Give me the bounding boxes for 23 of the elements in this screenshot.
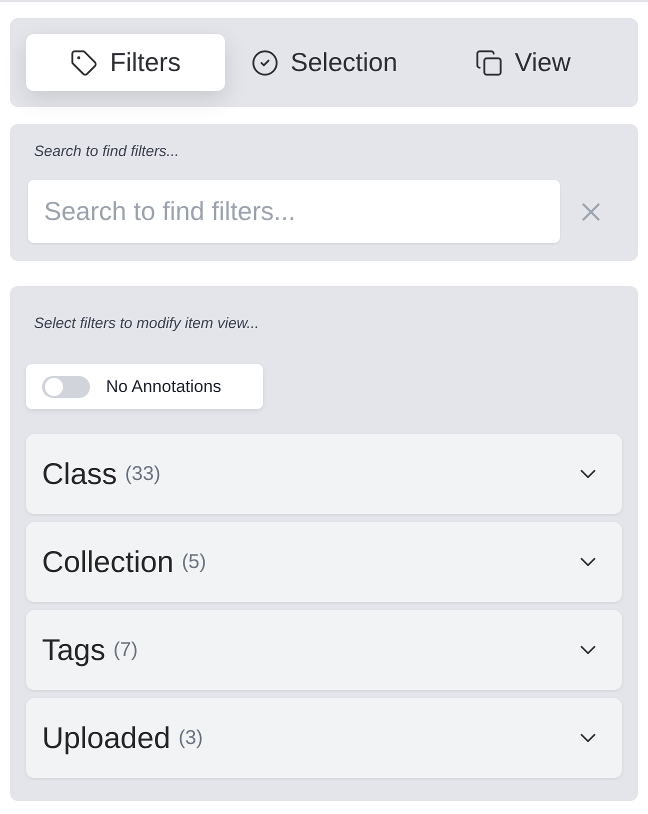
- tab[interactable]: Selection: [224, 34, 424, 91]
- tab[interactable]: View: [423, 34, 622, 91]
- tag-icon: [70, 48, 98, 76]
- group-count: (5): [182, 550, 206, 575]
- toggle-label: No Annotations: [106, 376, 222, 398]
- accordion-header[interactable]: Tags (7): [26, 610, 622, 690]
- group-title: Class: [42, 456, 118, 492]
- filters-hint: Select filters to modify item view...: [34, 314, 260, 334]
- group-title: Tags: [42, 632, 106, 668]
- tab[interactable]: Filters: [26, 34, 225, 91]
- search-label: Search to find filters...: [34, 142, 180, 162]
- group-title: Collection: [42, 544, 174, 580]
- toggle-switch[interactable]: [42, 376, 90, 398]
- search-field[interactable]: Search to find filters...: [28, 180, 560, 243]
- copy-icon: [474, 48, 503, 76]
- accordion-header[interactable]: Class (33): [26, 434, 622, 514]
- group-count: (7): [113, 638, 138, 663]
- group-count: (3): [178, 726, 203, 751]
- group-title: Uploaded: [42, 720, 170, 756]
- check-circle-icon: [250, 48, 278, 76]
- accordion-header[interactable]: Collection (5): [26, 522, 622, 602]
- accordion-header[interactable]: Uploaded (3): [26, 698, 622, 778]
- group-count: (33): [125, 462, 161, 487]
